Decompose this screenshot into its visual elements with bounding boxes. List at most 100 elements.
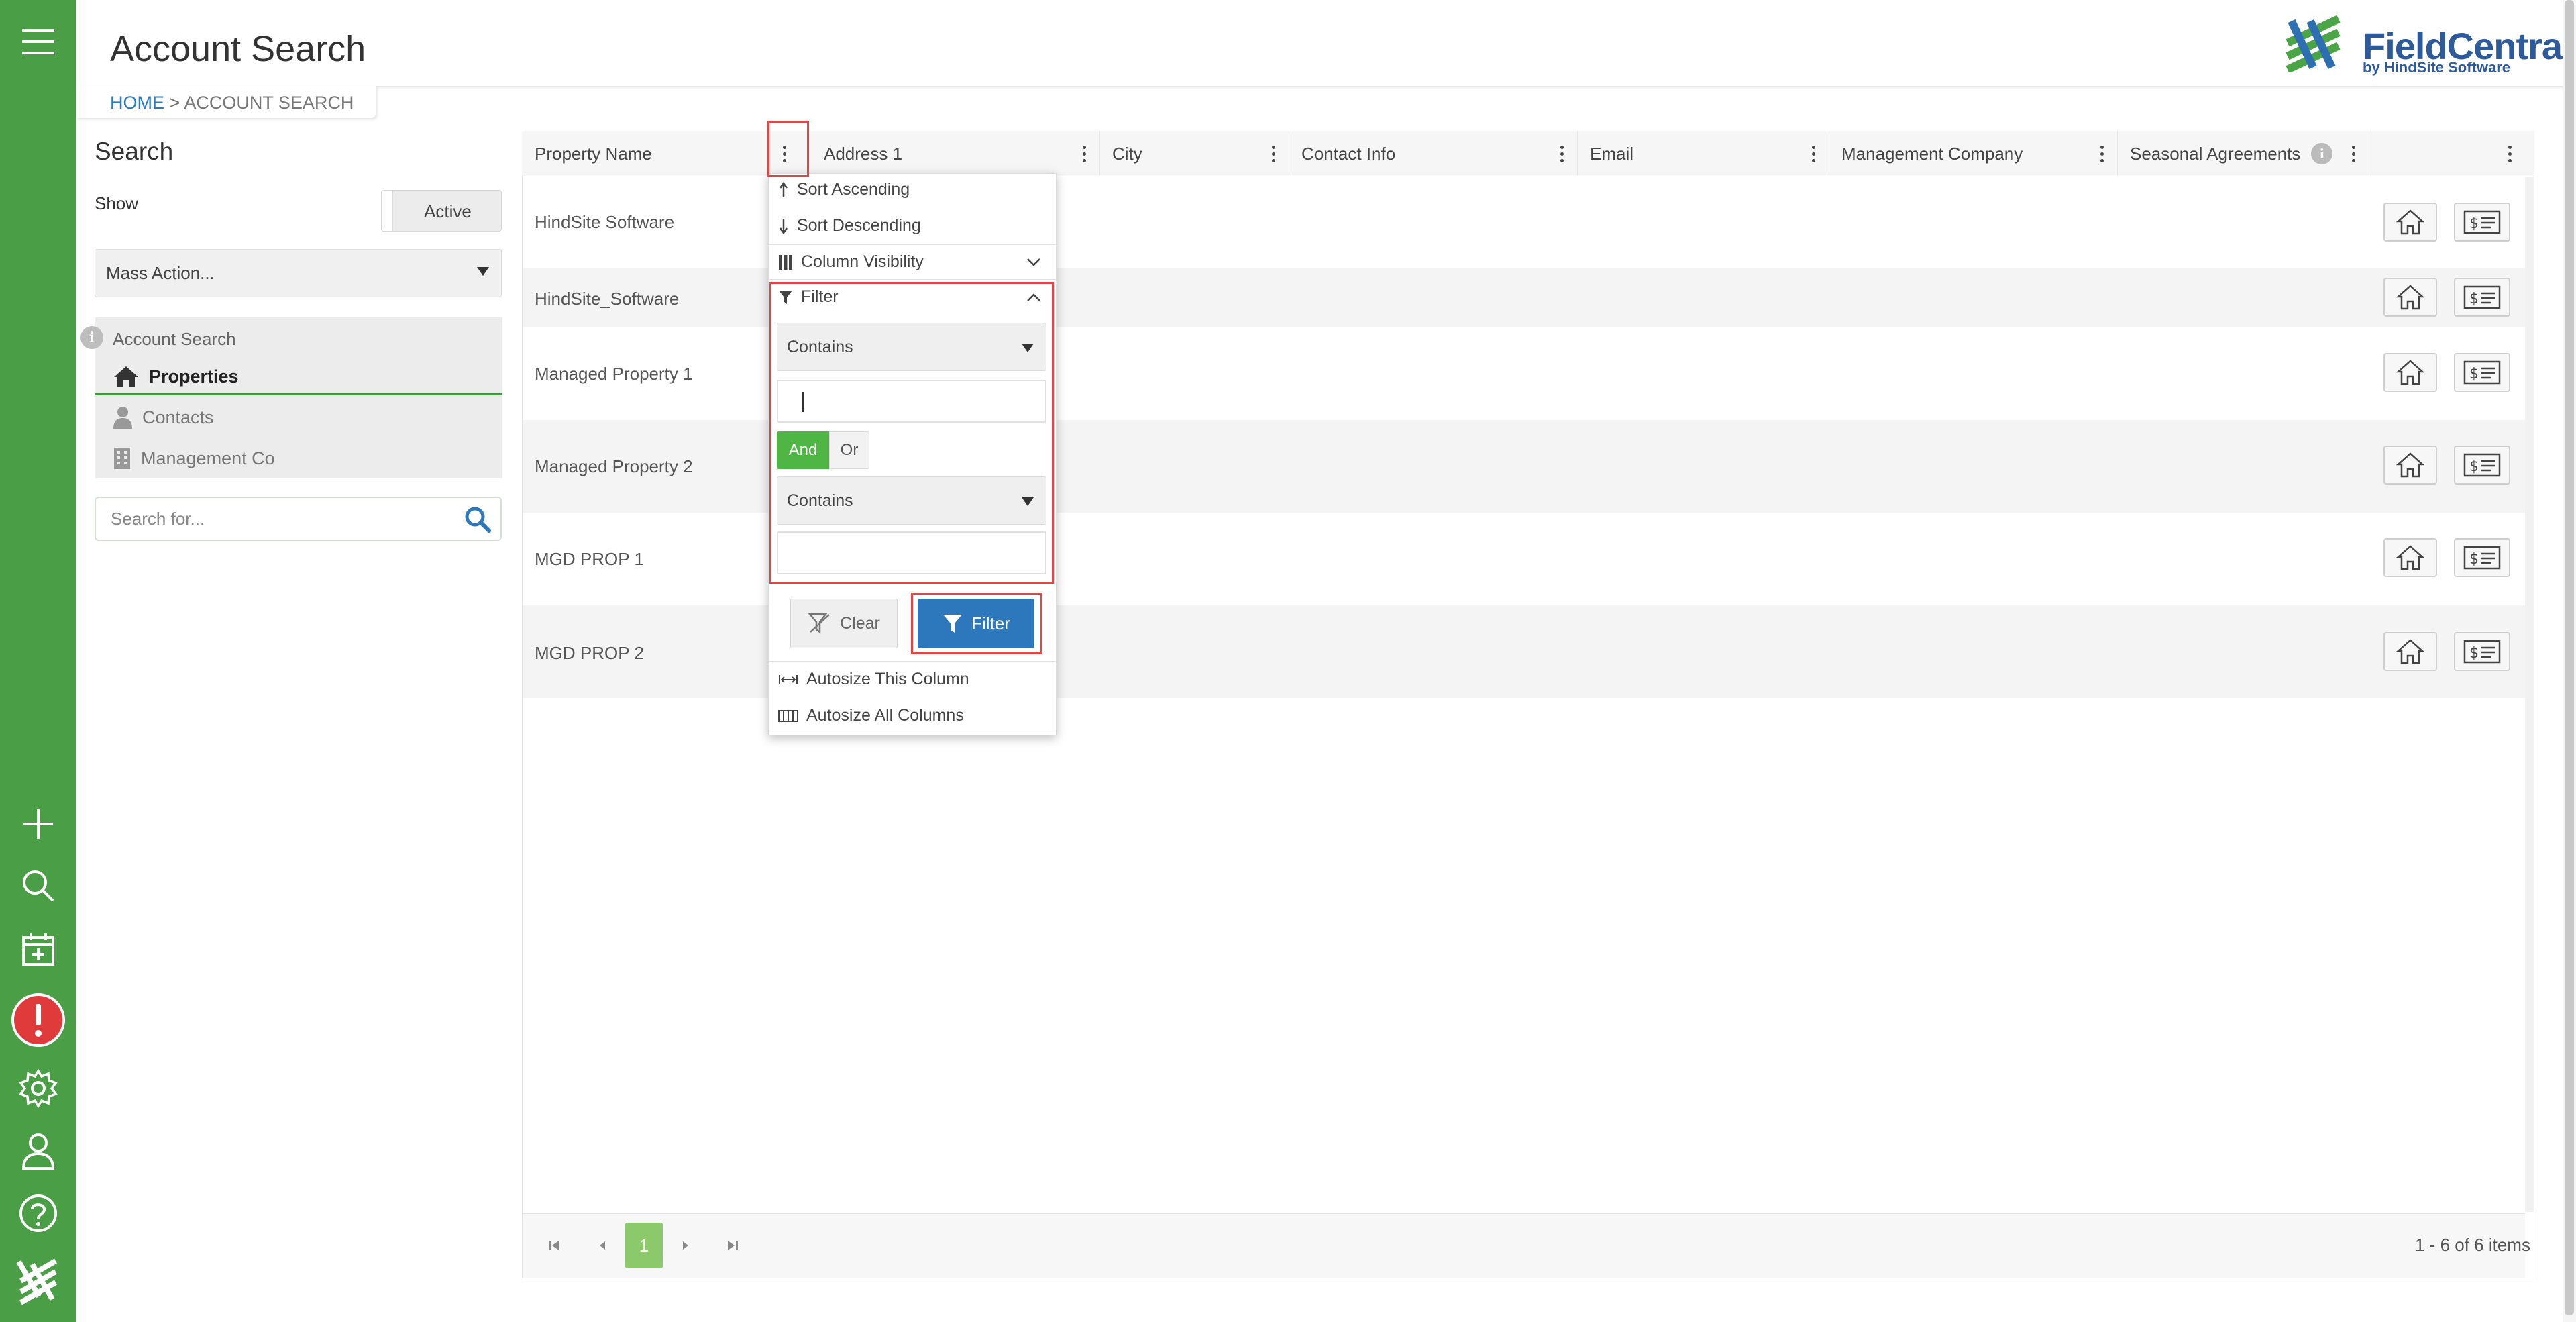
search-button-icon[interactable] [464, 506, 491, 533]
column-header-actions[interactable] [2369, 131, 2525, 176]
menu-item-label: Sort Ascending [797, 180, 910, 199]
column-header-contact-info[interactable]: Contact Info [1289, 131, 1578, 176]
nav-item-contacts[interactable]: Contacts [113, 406, 214, 429]
property-name-cell: Managed Property 2 [535, 456, 693, 476]
svg-text:$: $ [2469, 458, 2479, 475]
agreements-button[interactable]: $ [2454, 353, 2510, 392]
breadcrumb-current: ACCOUNT SEARCH [184, 93, 354, 113]
column-title: Address 1 [824, 143, 903, 164]
active-toggle-label: Active [424, 201, 472, 221]
active-toggle-knob[interactable] [381, 190, 393, 232]
search-field [95, 497, 502, 541]
highlight-filter-section [769, 282, 1054, 584]
column-header-address[interactable]: Address 1 [812, 131, 1100, 176]
house-icon [2396, 360, 2425, 385]
column-header-management-company[interactable]: Management Company [1829, 131, 2118, 176]
search-input[interactable] [111, 505, 446, 533]
mass-action-value: Mass Action... [106, 262, 215, 283]
last-page-icon[interactable] [719, 1230, 746, 1261]
invoice-icon: $ [2463, 546, 2501, 570]
brand-subtitle: by HindSite Software [2363, 59, 2511, 76]
grid-scrollbar[interactable] [2525, 177, 2534, 1212]
page-scrollbar-thumb[interactable] [2565, 0, 2574, 1315]
nav-item-label: Contacts [142, 407, 214, 427]
menu-divider [769, 279, 1056, 280]
column-title: City [1112, 143, 1142, 164]
kebab-icon[interactable] [1270, 131, 1277, 176]
arrow-up-icon [779, 181, 788, 197]
agreements-button[interactable]: $ [2454, 446, 2510, 485]
svg-text:$: $ [2469, 215, 2479, 232]
nav-item-properties[interactable]: Properties [113, 365, 239, 388]
kebab-icon[interactable] [1558, 131, 1565, 176]
house-icon [2396, 639, 2425, 664]
mass-action-select[interactable]: Mass Action... [95, 249, 502, 297]
kebab-icon[interactable] [2098, 131, 2105, 176]
invoice-icon: $ [2463, 285, 2501, 309]
agreements-button[interactable]: $ [2454, 278, 2510, 317]
nav-header: Account Search [113, 329, 236, 349]
menu-item-label: Autosize All Columns [806, 706, 964, 725]
fieldcentral-logo-icon[interactable] [0, 1254, 76, 1307]
nav-item-label: Management Co [141, 448, 275, 468]
agreements-button[interactable]: $ [2454, 632, 2510, 671]
add-icon[interactable] [0, 797, 76, 851]
view-property-button[interactable] [2383, 632, 2437, 671]
view-property-button[interactable] [2383, 203, 2437, 242]
view-property-button[interactable] [2383, 278, 2437, 317]
calendar-add-icon[interactable] [0, 923, 76, 976]
column-header-email[interactable]: Email [1578, 131, 1829, 176]
pager-info: 1 - 6 of 6 items [2415, 1235, 2530, 1255]
kebab-icon[interactable] [1081, 131, 1087, 176]
agreements-button[interactable]: $ [2454, 538, 2510, 577]
menu-divider [769, 661, 1056, 662]
page-title: Account Search [110, 29, 366, 69]
view-property-button[interactable] [2383, 446, 2437, 485]
hamburger-menu-icon[interactable] [0, 15, 76, 68]
help-icon[interactable] [0, 1186, 76, 1240]
kebab-icon[interactable] [2350, 131, 2357, 176]
column-header-seasonal-agreements[interactable]: Seasonal Agreements i [2118, 131, 2369, 176]
kebab-icon[interactable] [2506, 131, 2513, 176]
svg-text:$: $ [2469, 551, 2479, 568]
highlight-column-menu-button [767, 121, 809, 177]
kebab-icon[interactable] [1810, 131, 1817, 176]
sort-ascending-item[interactable]: Sort Ascending [778, 180, 910, 199]
gear-icon[interactable] [0, 1062, 76, 1115]
breadcrumb-home-link[interactable]: HOME [110, 93, 164, 113]
next-page-icon[interactable] [672, 1230, 699, 1261]
sort-descending-item[interactable]: Sort Descending [778, 216, 921, 236]
current-page-button[interactable]: 1 [625, 1223, 663, 1268]
view-property-button[interactable] [2383, 538, 2437, 577]
column-title: Contact Info [1301, 143, 1396, 164]
column-header-property-name[interactable]: Property Name [523, 131, 767, 176]
svg-text:$: $ [2469, 291, 2479, 307]
clear-filter-button[interactable]: Clear [790, 599, 898, 648]
search-icon[interactable] [0, 859, 76, 913]
previous-page-icon[interactable] [589, 1230, 616, 1261]
top-header [76, 0, 2576, 87]
property-name-cell: HindSite Software [535, 212, 675, 232]
first-page-icon[interactable] [541, 1230, 568, 1261]
show-label: Show [95, 193, 139, 213]
agreements-button[interactable]: $ [2454, 203, 2510, 242]
nav-item-management-co[interactable]: Management Co [113, 446, 275, 470]
nav-item-label: Properties [149, 366, 239, 387]
column-visibility-item[interactable]: Column Visibility [778, 252, 1046, 272]
invoice-icon: $ [2463, 640, 2501, 664]
breadcrumb: HOME > ACCOUNT SEARCH [110, 93, 354, 113]
info-icon[interactable]: i [2311, 143, 2333, 164]
column-title: Seasonal Agreements [2130, 143, 2301, 164]
person-icon [113, 407, 132, 429]
autosize-all-icon [778, 709, 798, 722]
view-property-button[interactable] [2383, 353, 2437, 392]
property-name-cell: Managed Property 1 [535, 364, 693, 384]
column-header-city[interactable]: City [1100, 131, 1289, 176]
house-icon [114, 366, 138, 387]
autosize-all-columns-item[interactable]: Autosize All Columns [778, 706, 964, 725]
clear-button-label: Clear [840, 613, 880, 633]
house-icon [2396, 209, 2425, 235]
user-icon[interactable] [0, 1124, 76, 1178]
autosize-column-item[interactable]: Autosize This Column [778, 670, 969, 689]
alert-icon[interactable] [0, 993, 76, 1047]
